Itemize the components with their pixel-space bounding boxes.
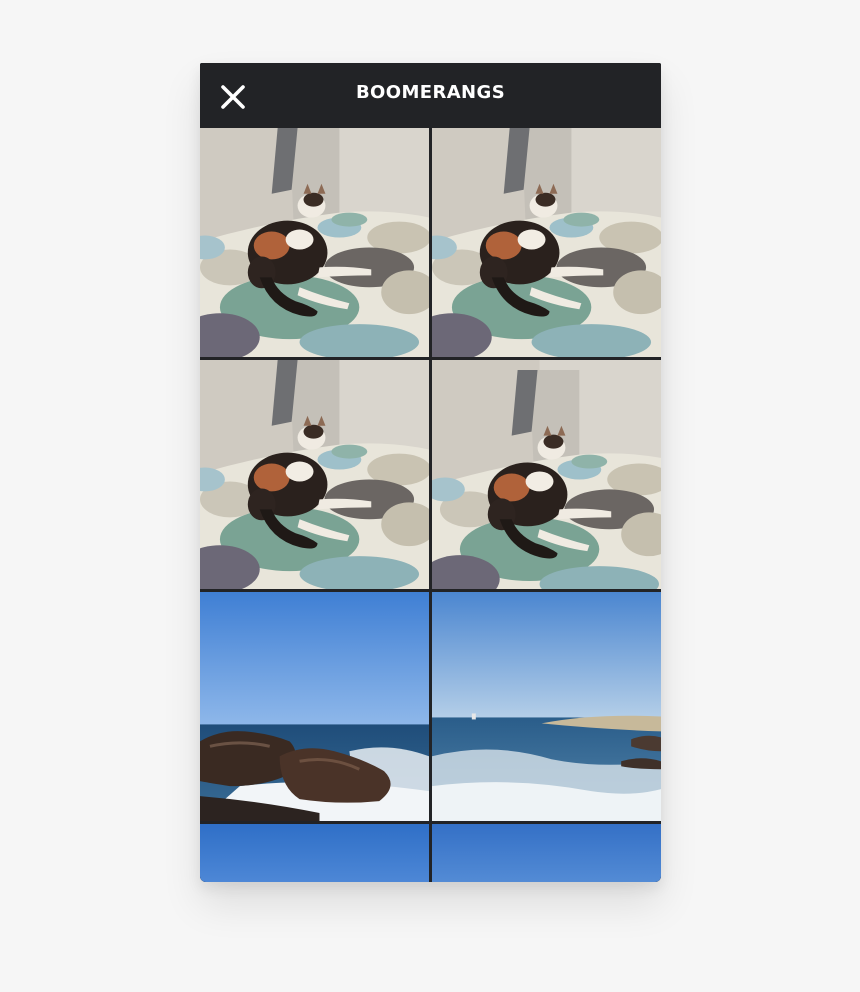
top-bar: BOOMERANGS — [200, 63, 661, 128]
boomerang-thumbnail[interactable] — [432, 824, 661, 882]
sky-image — [432, 824, 661, 882]
boomerang-thumbnail[interactable] — [200, 128, 429, 357]
page-title: BOOMERANGS — [355, 82, 506, 103]
boomerang-thumbnail[interactable] — [200, 360, 429, 589]
cat-on-bed-image — [200, 128, 429, 357]
boomerang-thumbnail[interactable] — [432, 128, 661, 357]
cat-on-bed-image — [432, 128, 661, 357]
phone-screen: BOOMERANGS — [200, 63, 661, 882]
cat-on-bed-image — [200, 360, 429, 589]
boomerang-thumbnail[interactable] — [432, 592, 661, 821]
sea-coast-image — [432, 592, 661, 821]
sky-image — [200, 824, 429, 882]
boomerang-grid — [200, 128, 661, 882]
cat-on-bed-image — [432, 360, 661, 589]
boomerang-thumbnail[interactable] — [200, 824, 429, 882]
sea-rocks-image — [200, 592, 429, 821]
boomerang-thumbnail[interactable] — [200, 592, 429, 821]
boomerang-thumbnail[interactable] — [432, 360, 661, 589]
